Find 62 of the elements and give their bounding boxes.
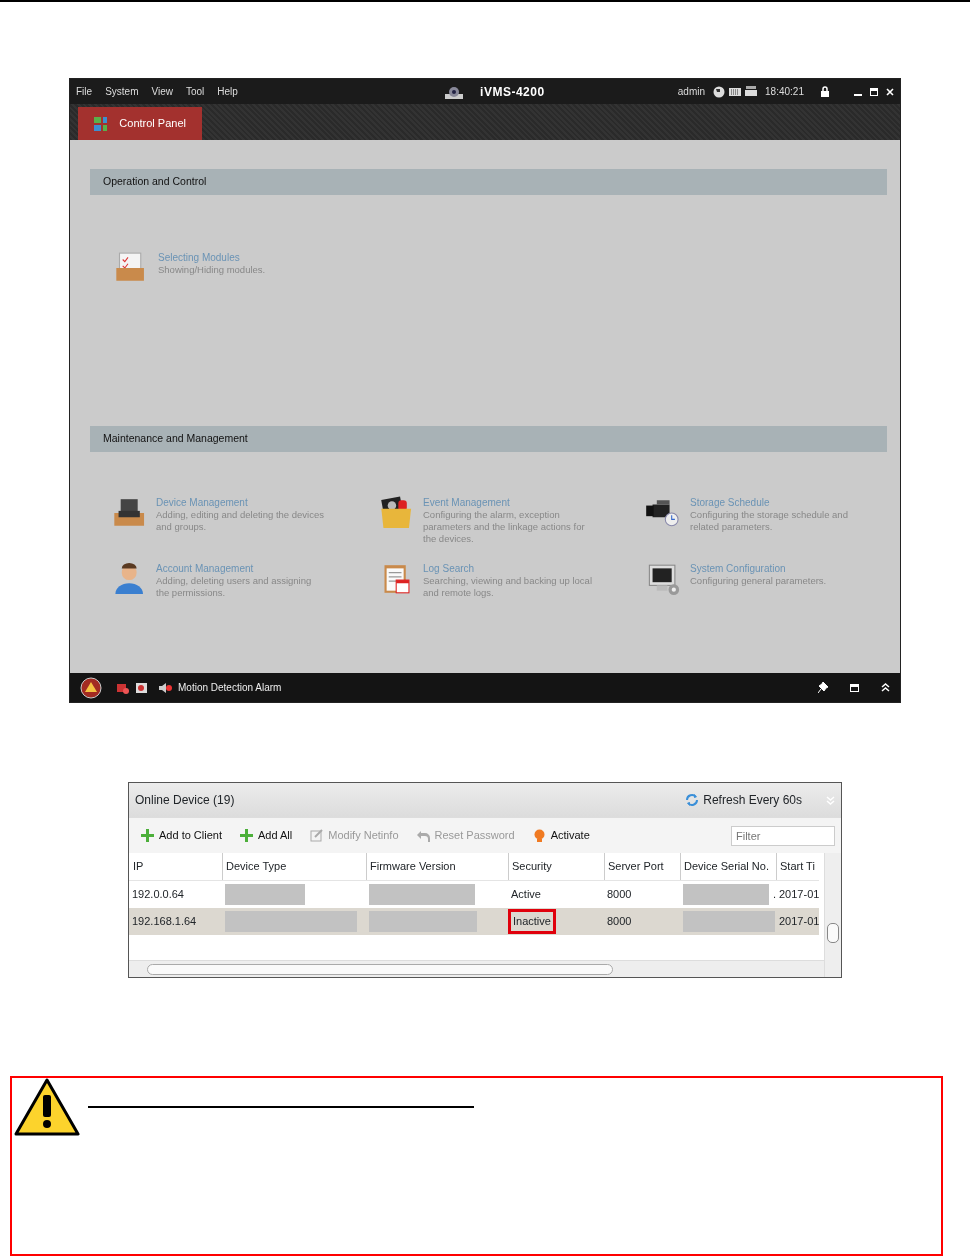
undo-icon	[416, 829, 430, 842]
table-cell-text: 192.0.0.64	[132, 887, 184, 903]
column-header[interactable]: Device Type	[226, 858, 287, 875]
menu-item[interactable]: Help	[217, 84, 238, 99]
grid-icon	[94, 116, 108, 131]
table-cell: Inactive	[511, 912, 553, 931]
module-description: Configuring general parameters.	[690, 575, 828, 587]
speaker-icon[interactable]	[158, 681, 172, 694]
maximize-icon[interactable]	[870, 87, 878, 96]
menu-item[interactable]: File	[76, 84, 93, 99]
refresh-icon[interactable]	[685, 793, 700, 807]
toolbar-button[interactable]: Add to Client	[141, 827, 222, 844]
table-cell-text: 2017-01	[779, 914, 820, 930]
table-cell-text: 8000	[607, 887, 632, 903]
menu-item[interactable]: System	[105, 84, 139, 99]
toolbar-button[interactable]: Activate	[532, 827, 590, 844]
lock-icon[interactable]	[820, 85, 830, 98]
refresh-interval[interactable]: Refresh Every 60s	[703, 791, 802, 809]
column-header[interactable]: Firmware Version	[370, 858, 456, 875]
module-description: Configuring the storage schedule and related parameters.	[690, 509, 849, 533]
table-cell-text: 192.168.1.64	[132, 914, 197, 930]
table-cell-text: Active	[511, 887, 541, 903]
user-name: admin	[677, 85, 706, 99]
column-header[interactable]: IP	[133, 858, 144, 875]
module-description: Adding, editing and deleting the devices and groups.	[156, 509, 325, 533]
window-icon[interactable]	[850, 683, 859, 692]
module-description: Configuring the alarm, exception parameters and the linkage actions for the devices.	[423, 509, 586, 545]
toolbar-button[interactable]: Add All	[240, 827, 293, 844]
alarm-icon[interactable]	[80, 676, 102, 699]
table-cell-text: 2017-01	[779, 887, 820, 903]
warning-icon	[14, 1078, 80, 1136]
menu-item[interactable]: View	[151, 84, 173, 99]
alarm-list-icon[interactable]	[116, 681, 129, 694]
horizontal-scrollbar[interactable]	[129, 960, 824, 977]
app-title: iVMS-4200	[480, 83, 545, 101]
plus-icon	[141, 829, 154, 842]
bulb-icon	[532, 829, 546, 842]
filter-field[interactable]: Filter	[731, 825, 835, 846]
close-icon[interactable]	[886, 87, 894, 96]
keyboard-icon[interactable]	[729, 85, 742, 98]
tab[interactable]: Control Panel	[78, 107, 202, 140]
module-description: Searching, viewing and backing up local and remote logs.	[423, 575, 593, 599]
video-alarm-icon[interactable]	[135, 681, 148, 694]
table-cell-text: .	[772, 887, 776, 903]
section-header: Operation and Control	[90, 169, 887, 195]
clock-time: 18:40:21	[765, 85, 804, 99]
section-header: Maintenance and Management	[90, 426, 887, 452]
expand-up-icon[interactable]	[881, 683, 890, 692]
table-cell-text: 8000	[607, 914, 632, 930]
module-description: Showing/Hiding modules.	[158, 264, 267, 276]
pin-icon[interactable]	[818, 682, 828, 693]
column-header[interactable]: Device Serial No.	[684, 858, 769, 875]
edit-icon	[310, 829, 324, 842]
column-header[interactable]: Start Ti	[780, 858, 815, 875]
column-header[interactable]: Security	[512, 858, 552, 875]
vertical-scrollbar[interactable]	[824, 853, 841, 977]
module-description: Adding, deleting users and assigning the permissions.	[156, 575, 313, 599]
column-header[interactable]: Server Port	[608, 858, 664, 875]
plus-icon	[240, 829, 253, 842]
alarm-message: Motion Detection Alarm	[178, 681, 282, 695]
panel-title: Online Device (19)	[135, 792, 235, 809]
menu-item[interactable]: Tool	[185, 84, 205, 99]
